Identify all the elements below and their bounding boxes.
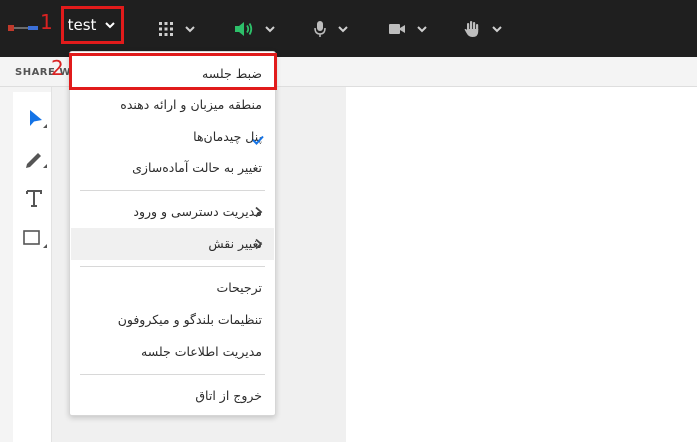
- raise-hand-menu-button[interactable]: [463, 18, 504, 40]
- chevron-down-icon: [105, 22, 116, 29]
- chevron-down-icon: [185, 26, 195, 33]
- chevron-right-icon: [255, 238, 263, 250]
- menu-item-session-info[interactable]: مدیریت اطلاعات جلسه: [71, 336, 274, 368]
- menu-item-change-role[interactable]: تغییر نقش: [71, 228, 274, 260]
- menu-item-label: مدیریت دسترسی و ورود: [133, 204, 262, 219]
- menu-item-layouts-panel[interactable]: پنل چیدمان‌ها: [71, 121, 274, 153]
- chevron-down-icon: [417, 26, 427, 33]
- menu-item-label: مدیریت اطلاعات جلسه: [141, 344, 262, 359]
- select-arrow-icon[interactable]: [19, 104, 49, 132]
- menu-item-label: تغییر به حالت آماده‌سازی: [132, 160, 262, 175]
- content-area: [346, 87, 697, 442]
- speaker-menu-button[interactable]: [234, 18, 277, 40]
- menu-item-audio-settings[interactable]: تنظیمات بلندگو و میکروفون: [71, 304, 274, 336]
- menu-item-host-presenter-area[interactable]: منطقه میزبان و ارائه دهنده: [71, 89, 274, 121]
- room-menu-label: test: [67, 16, 97, 34]
- microphone-menu-button[interactable]: [313, 18, 350, 40]
- drawing-toolbar: [13, 92, 51, 442]
- annotation-step-1: 1: [40, 10, 53, 34]
- menu-item-preferences[interactable]: ترجیحات: [71, 272, 274, 304]
- pencil-icon[interactable]: [19, 144, 49, 172]
- camera-menu-button[interactable]: [388, 18, 429, 40]
- menu-item-label: ترجیحات: [216, 280, 262, 295]
- chevron-down-icon: [265, 26, 275, 33]
- top-toolbar: test: [0, 0, 697, 57]
- checkmark-icon: [252, 135, 264, 145]
- menu-item-label: خروج از اتاق: [195, 388, 262, 403]
- apps-menu-button[interactable]: [158, 18, 197, 40]
- chevron-down-icon: [338, 26, 348, 33]
- menu-item-exit-room[interactable]: خروج از اتاق: [71, 380, 274, 412]
- chevron-down-icon: [492, 26, 502, 33]
- menu-item-label: ضبط جلسه: [202, 66, 262, 81]
- menu-divider: [80, 190, 265, 191]
- rectangle-tool-icon[interactable]: [19, 224, 49, 252]
- menu-item-label: تنظیمات بلندگو و میکروفون: [117, 312, 262, 327]
- menu-divider: [80, 374, 265, 375]
- room-menu-button[interactable]: test: [61, 6, 124, 44]
- room-dropdown-menu: ضبط جلسه منطقه میزبان و ارائه دهنده پنل …: [69, 51, 276, 416]
- annotation-step-2: 2: [51, 56, 64, 80]
- menu-item-record-session[interactable]: ضبط جلسه: [71, 58, 274, 90]
- microphone-icon: [314, 21, 326, 37]
- menu-divider: [80, 266, 265, 267]
- camera-icon: [389, 24, 405, 34]
- menu-item-label: منطقه میزبان و ارائه دهنده: [120, 97, 262, 112]
- app-logo: [8, 25, 38, 31]
- menu-item-access-management[interactable]: مدیریت دسترسی و ورود: [71, 196, 274, 228]
- text-tool-icon[interactable]: [19, 184, 49, 212]
- speaker-icon: [235, 22, 253, 36]
- chevron-right-icon: [255, 206, 263, 218]
- raise-hand-icon: [464, 21, 479, 37]
- menu-item-prepare-mode[interactable]: تغییر به حالت آماده‌سازی: [71, 152, 274, 184]
- apps-grid-icon: [159, 22, 173, 36]
